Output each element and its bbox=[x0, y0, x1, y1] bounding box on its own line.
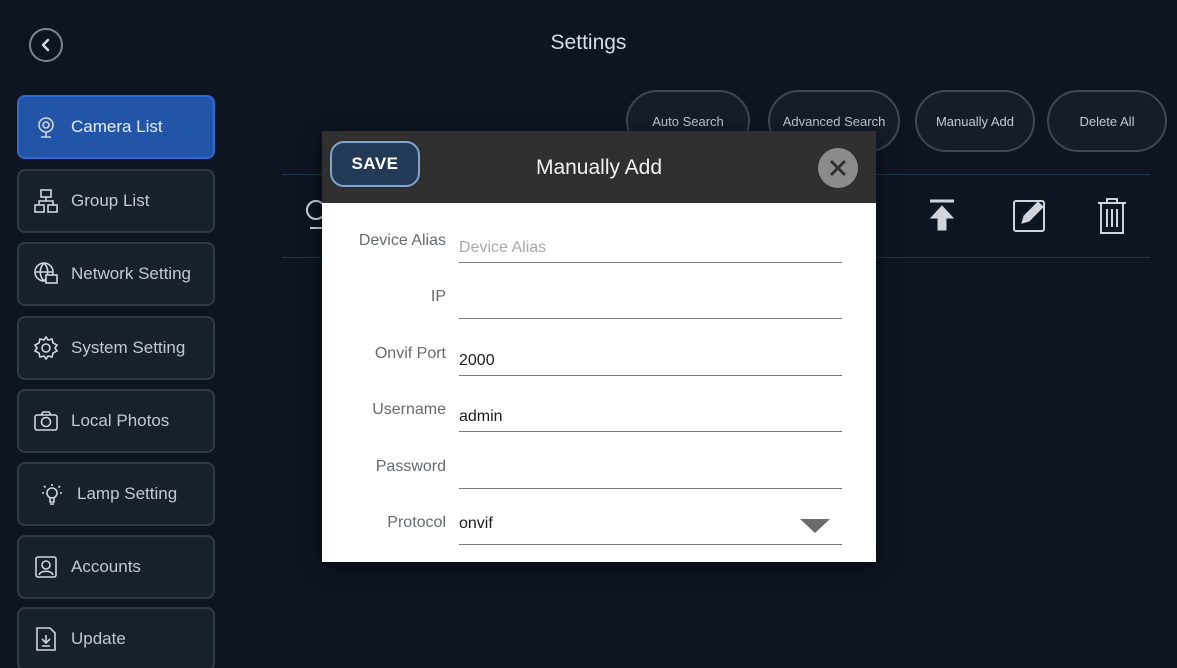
account-icon bbox=[33, 554, 59, 580]
device-alias-field[interactable] bbox=[459, 223, 842, 263]
sidebar-item-label: Network Setting bbox=[71, 264, 191, 283]
sidebar-item-label: System Setting bbox=[71, 338, 186, 357]
protocol-select[interactable]: onvif bbox=[459, 505, 842, 545]
camera-icon bbox=[33, 114, 59, 140]
ip-field[interactable] bbox=[459, 279, 842, 319]
move-to-top-icon[interactable] bbox=[927, 198, 957, 237]
lamp-icon bbox=[39, 481, 65, 507]
sidebar-item-network-setting[interactable]: Network Setting bbox=[17, 242, 215, 306]
update-icon bbox=[33, 626, 59, 652]
device-alias-row: Device Alias bbox=[322, 213, 876, 269]
password-label: Password bbox=[375, 458, 446, 475]
sidebar-item-label: Lamp Setting bbox=[77, 484, 178, 503]
trash-icon[interactable] bbox=[1095, 196, 1129, 241]
dropdown-arrow-icon[interactable] bbox=[800, 519, 830, 533]
protocol-row: Protocol onvif bbox=[322, 495, 876, 551]
onvif-port-row: Onvif Port bbox=[322, 326, 876, 382]
ip-row: IP bbox=[322, 269, 876, 325]
protocol-label: Protocol bbox=[387, 514, 446, 531]
close-button[interactable] bbox=[818, 148, 858, 188]
page-title: Settings bbox=[550, 31, 627, 54]
username-field[interactable] bbox=[459, 392, 842, 432]
password-field[interactable] bbox=[459, 449, 842, 489]
close-icon bbox=[830, 160, 846, 176]
sidebar-item-label: Local Photos bbox=[71, 411, 170, 430]
sidebar-item-system-setting[interactable]: System Setting bbox=[17, 316, 215, 380]
sidebar-item-local-photos[interactable]: Local Photos bbox=[17, 389, 215, 453]
top-bar: Settings bbox=[0, 0, 1177, 86]
camera-row-icon bbox=[302, 198, 326, 237]
delete-all-button[interactable]: Delete All bbox=[1047, 90, 1167, 152]
device-alias-label: Device Alias bbox=[358, 232, 446, 249]
group-icon bbox=[33, 188, 59, 214]
edit-icon[interactable] bbox=[1011, 196, 1049, 239]
protocol-selected-value: onvif bbox=[459, 515, 493, 532]
sidebar-item-label: Group List bbox=[71, 191, 150, 210]
ip-label: IP bbox=[430, 288, 446, 305]
sidebar-item-label: Camera List bbox=[71, 117, 163, 136]
gear-icon bbox=[33, 335, 59, 361]
sidebar-item-label: Accounts bbox=[71, 557, 141, 576]
network-icon bbox=[33, 261, 59, 287]
username-label: Username bbox=[372, 401, 446, 418]
photo-camera-icon bbox=[33, 408, 59, 434]
sidebar-item-camera-list[interactable]: Camera List bbox=[17, 95, 215, 159]
sidebar-item-lamp-setting[interactable]: Lamp Setting bbox=[17, 462, 215, 526]
onvif-port-field[interactable] bbox=[459, 336, 842, 376]
sidebar-item-update[interactable]: Update bbox=[17, 607, 215, 668]
dialog-title: Manually Add bbox=[535, 156, 663, 179]
dialog-header: SAVE Manually Add bbox=[322, 131, 876, 203]
onvif-port-label: Onvif Port bbox=[374, 345, 446, 362]
manually-add-button[interactable]: Manually Add bbox=[915, 90, 1035, 152]
sidebar-item-group-list[interactable]: Group List bbox=[17, 169, 215, 233]
username-row: Username bbox=[322, 382, 876, 438]
password-row: Password bbox=[322, 439, 876, 495]
manually-add-dialog: SAVE Manually Add Device Alias IP Onvif … bbox=[322, 131, 876, 562]
sidebar-item-accounts[interactable]: Accounts bbox=[17, 535, 215, 599]
sidebar-item-label: Update bbox=[71, 629, 126, 648]
